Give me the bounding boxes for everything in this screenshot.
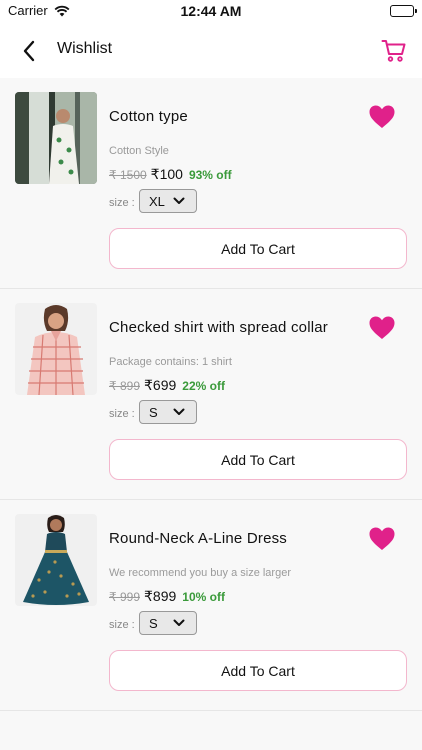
product-name: Checked shirt with spread collar <box>109 319 328 336</box>
page-title: Wishlist <box>57 40 113 57</box>
wishlist-item: Cotton type Cotton Style ₹ 1500 ₹100 93%… <box>0 78 422 289</box>
product-description: We recommend you buy a size larger <box>109 567 291 579</box>
discount-label: 10% off <box>182 590 225 604</box>
add-to-cart-button[interactable]: Add To Cart <box>109 650 407 691</box>
chevron-down-icon <box>173 619 185 626</box>
favorite-button[interactable] <box>368 104 396 130</box>
heart-icon <box>369 527 395 550</box>
size-label: size : <box>109 408 135 420</box>
heart-icon <box>369 105 395 128</box>
chevron-down-icon <box>173 197 185 204</box>
price-row: ₹ 999 ₹899 10% off <box>109 588 225 605</box>
chevron-down-icon <box>173 408 185 415</box>
chevron-left-icon <box>23 40 35 62</box>
sale-price: ₹699 <box>144 377 177 393</box>
original-price: ₹ 899 <box>109 379 140 393</box>
sale-price: ₹899 <box>144 588 177 604</box>
discount-label: 93% off <box>188 168 232 182</box>
product-description: Package contains: 1 shirt <box>109 356 232 368</box>
product-image[interactable] <box>15 303 97 395</box>
product-image[interactable] <box>15 92 97 184</box>
size-dropdown[interactable]: S <box>139 400 197 424</box>
size-value: XL <box>149 193 165 209</box>
add-to-cart-button[interactable]: Add To Cart <box>109 439 407 480</box>
heart-icon <box>369 316 395 339</box>
size-dropdown[interactable]: S <box>139 611 197 635</box>
price-row: ₹ 1500 ₹100 93% off <box>109 166 232 183</box>
sale-price: ₹100 <box>150 166 183 182</box>
clock: 12:44 AM <box>180 3 242 19</box>
nav-bar: Wishlist <box>0 24 422 78</box>
favorite-button[interactable] <box>368 315 396 341</box>
product-description: Cotton Style <box>109 145 169 157</box>
size-label: size : <box>109 197 135 209</box>
wishlist: Cotton type Cotton Style ₹ 1500 ₹100 93%… <box>0 78 422 711</box>
product-name: Round-Neck A-Line Dress <box>109 530 288 547</box>
product-image[interactable] <box>15 514 97 606</box>
wishlist-item: Checked shirt with spread collar Package… <box>0 289 422 500</box>
cart-button[interactable] <box>378 35 410 67</box>
size-dropdown[interactable]: XL <box>139 189 197 213</box>
battery-icon <box>390 5 417 17</box>
size-value: S <box>149 404 158 420</box>
price-row: ₹ 899 ₹699 22% off <box>109 377 225 394</box>
back-button[interactable] <box>14 36 44 66</box>
size-label: size : <box>109 619 135 631</box>
original-price: ₹ 1500 <box>109 168 147 182</box>
shopping-cart-icon <box>381 40 406 62</box>
add-to-cart-button[interactable]: Add To Cart <box>109 228 407 269</box>
wishlist-item: Round-Neck A-Line Dress We recommend you… <box>0 500 422 711</box>
product-name: Cotton type <box>109 108 188 125</box>
status-bar: Carrier 12:44 AM <box>0 0 422 24</box>
original-price: ₹ 999 <box>109 590 140 604</box>
favorite-button[interactable] <box>368 526 396 552</box>
discount-label: 22% off <box>182 379 225 393</box>
size-value: S <box>149 615 158 631</box>
